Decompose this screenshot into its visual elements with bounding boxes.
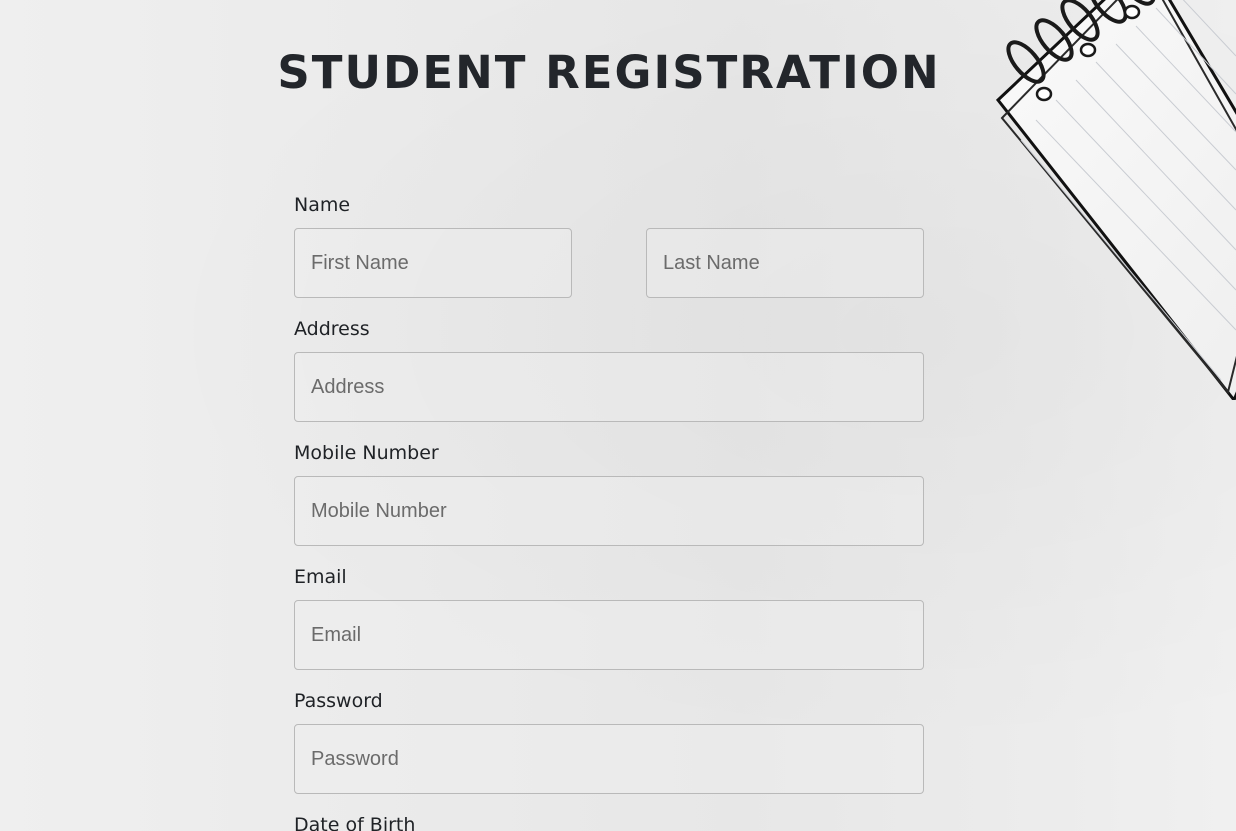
- page-title: STUDENT REGISTRATION: [277, 46, 941, 99]
- password-group: Password: [294, 690, 924, 794]
- dob-group: Date of Birth: [294, 814, 924, 831]
- address-input[interactable]: [294, 352, 924, 422]
- first-name-input[interactable]: [294, 228, 572, 298]
- name-label: Name: [294, 194, 351, 216]
- address-group: Address: [294, 318, 924, 422]
- email-group: Email: [294, 566, 924, 670]
- address-label: Address: [294, 318, 370, 340]
- email-label: Email: [294, 566, 347, 588]
- mobile-group: Mobile Number: [294, 442, 924, 546]
- registration-form: Name Address Mobile Number Email Passwor…: [294, 194, 924, 831]
- last-name-input[interactable]: [646, 228, 924, 298]
- mobile-number-label: Mobile Number: [294, 442, 439, 464]
- name-row: [294, 228, 924, 298]
- email-input[interactable]: [294, 600, 924, 670]
- date-of-birth-label: Date of Birth: [294, 814, 416, 831]
- password-label: Password: [294, 690, 383, 712]
- mobile-number-input[interactable]: [294, 476, 924, 546]
- password-input[interactable]: [294, 724, 924, 794]
- name-group: Name: [294, 194, 924, 298]
